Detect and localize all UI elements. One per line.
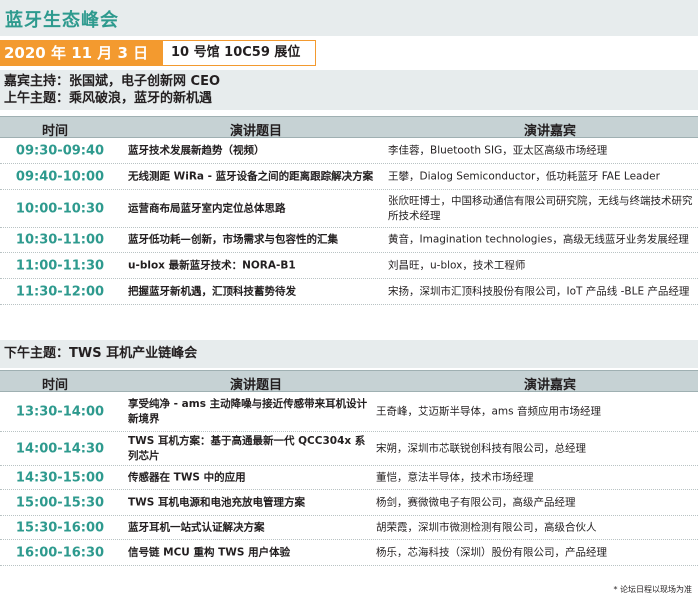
session-topic: 运营商布局蓝牙室内定位总体思路 (128, 202, 286, 214)
session-time: 15:30-16:00 (15, 520, 105, 535)
session-topic: TWS 耳机电源和电池充放电管理方案 (128, 496, 305, 508)
session-topic: 蓝牙技术发展新趋势（视频） (128, 144, 265, 156)
morning-theme: 上午主题：乘风破浪，蓝牙的新机遇 (4, 91, 213, 106)
session-topic: 享受纯净 - ams 主动降噪与接近传感带来耳机设计新境界 (128, 397, 368, 425)
header-speaker: 演讲嘉宾 (524, 378, 577, 393)
session-speaker: 宋朔，深圳市芯联锐创科技有限公司，总经理 (376, 442, 586, 454)
session-time: 10:00-10:30 (15, 201, 105, 216)
session-topic: 把握蓝牙新机遇，汇顶科技蓄势待发 (128, 285, 296, 297)
event-date: 2020 年 11 月 3 日 (0, 40, 162, 66)
morning-schedule-table: 时间 演讲题目 演讲嘉宾 09:30-09:40 蓝牙技术发展新趋势（视频） 李… (0, 116, 698, 305)
session-topic: 无线测距 WiRa - 蓝牙设备之间的距离跟踪解决方案 (128, 170, 374, 182)
page-title: 蓝牙生态峰会 (5, 10, 119, 31)
header-topic: 演讲题目 (230, 378, 283, 393)
header-topic: 演讲题目 (230, 124, 283, 139)
session-topic: 信号链 MCU 重构 TWS 用户体验 (128, 546, 291, 558)
table-row: 09:40-10:00 无线测距 WiRa - 蓝牙设备之间的距离跟踪解决方案 … (0, 164, 698, 190)
session-time: 10:30-11:00 (15, 232, 105, 248)
afternoon-section-header: 下午主题：TWS 耳机产业链峰会 (0, 340, 698, 368)
footnote: * 论坛日程以现场为准 (613, 585, 692, 594)
table-header: 时间 演讲题目 演讲嘉宾 (0, 370, 698, 393)
header-time: 时间 (42, 378, 69, 393)
header-time: 时间 (42, 124, 69, 139)
header-speaker: 演讲嘉宾 (524, 124, 577, 139)
session-time: 09:40-10:00 (15, 169, 105, 184)
session-time: 09:30-09:40 (15, 143, 105, 158)
table-row: 09:30-09:40 蓝牙技术发展新趋势（视频） 李佳蓉，Bluetooth … (0, 138, 698, 164)
session-time: 11:00-11:30 (15, 258, 105, 273)
session-speaker: 黄音，Imagination technologies，高级无线蓝牙业务发展经理 (388, 233, 689, 246)
title-bar: 蓝牙生态峰会 (0, 0, 698, 36)
host-line: 嘉宾主持：张国斌，电子创新网 CEO (4, 74, 220, 89)
table-row: 11:30-12:00 把握蓝牙新机遇，汇顶科技蓄势待发 宋扬，深圳市汇顶科技股… (0, 279, 698, 305)
session-speaker: 董恺，意法半导体，技术市场经理 (376, 471, 534, 483)
table-row: 11:00-11:30 u-blox 最新蓝牙技术：NORA-B1 刘昌旺，u-… (0, 253, 698, 279)
session-speaker: 杨剑，赛微微电子有限公司，高级产品经理 (376, 496, 576, 508)
afternoon-theme: 下午主题：TWS 耳机产业链峰会 (4, 346, 198, 361)
session-time: 14:30-15:00 (15, 470, 105, 485)
session-speaker: 刘昌旺，u-blox，技术工程师 (388, 259, 526, 271)
session-speaker: 张欣旺博士，中国移动通信有限公司研究院，无线与终端技术研究所技术经理 (388, 194, 693, 222)
session-time: 16:00-16:30 (15, 545, 105, 560)
morning-section-header: 嘉宾主持：张国斌，电子创新网 CEO 上午主题：乘风破浪，蓝牙的新机遇 (0, 70, 698, 110)
session-topic: 传感器在 TWS 中的应用 (128, 471, 246, 483)
session-topic: u-blox 最新蓝牙技术：NORA-B1 (128, 259, 296, 271)
session-speaker: 胡荣霞，深圳市微测检测有限公司，高级合伙人 (376, 521, 597, 533)
table-row: 10:00-10:30 运营商布局蓝牙室内定位总体思路 张欣旺博士，中国移动通信… (0, 190, 698, 228)
table-row: 10:30-11:00 蓝牙低功耗—创新，市场需求与包容性的汇集 黄音，Imag… (0, 228, 698, 253)
table-row: 14:00-14:30 TWS 耳机方案：基于高通最新一代 QCC304x 系列… (0, 432, 698, 466)
date-venue-row: 2020 年 11 月 3 日 10 号馆 10C59 展位 (0, 40, 316, 66)
afternoon-schedule-table: 时间 演讲题目 演讲嘉宾 13:30-14:00 享受纯净 - ams 主动降噪… (0, 370, 698, 566)
table-row: 15:00-15:30 TWS 耳机电源和电池充放电管理方案 杨剑，赛微微电子有… (0, 490, 698, 516)
table-header: 时间 演讲题目 演讲嘉宾 (0, 116, 698, 139)
session-time: 11:30-12:00 (15, 284, 105, 299)
session-time: 15:00-15:30 (15, 495, 105, 510)
session-speaker: 李佳蓉，Bluetooth SIG，亚太区高级市场经理 (388, 144, 608, 156)
session-speaker: 杨乐，芯海科技（深圳）股份有限公司，产品经理 (376, 546, 607, 558)
session-time: 14:00-14:30 (15, 441, 105, 456)
session-speaker: 宋扬，深圳市汇顶科技股份有限公司，IoT 产品线 -BLE 产品经理 (388, 285, 690, 297)
table-row: 15:30-16:00 蓝牙耳机一站式认证解决方案 胡荣霞，深圳市微测检测有限公… (0, 516, 698, 540)
table-row: 13:30-14:00 享受纯净 - ams 主动降噪与接近传感带来耳机设计新境… (0, 392, 698, 432)
session-time: 13:30-14:00 (15, 404, 105, 419)
session-topic: 蓝牙低功耗—创新，市场需求与包容性的汇集 (128, 233, 338, 246)
session-speaker: 王攀，Dialog Semiconductor，低功耗蓝牙 FAE Leader (388, 170, 660, 182)
table-row: 14:30-15:00 传感器在 TWS 中的应用 董恺，意法半导体，技术市场经… (0, 466, 698, 490)
session-speaker: 王奇峰，艾迈斯半导体，ams 音频应用市场经理 (376, 405, 601, 417)
session-topic: 蓝牙耳机一站式认证解决方案 (128, 521, 265, 533)
session-topic: TWS 耳机方案：基于高通最新一代 QCC304x 系列芯片 (128, 434, 366, 462)
table-row: 16:00-16:30 信号链 MCU 重构 TWS 用户体验 杨乐，芯海科技（… (0, 540, 698, 566)
event-venue: 10 号馆 10C59 展位 (162, 40, 316, 66)
